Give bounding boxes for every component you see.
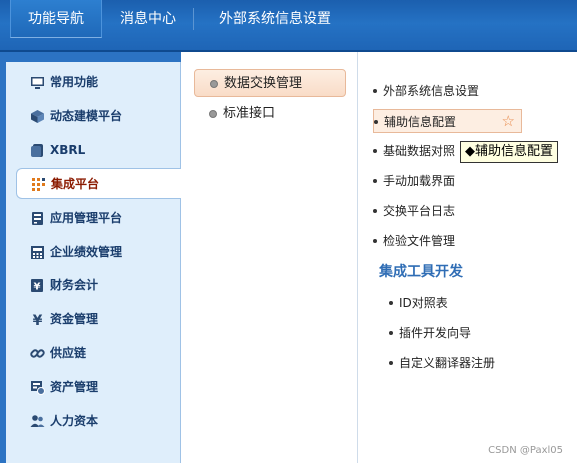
submenu-pane: 数据交换管理 标准接口 bbox=[181, 52, 358, 463]
tab-external-system-settings[interactable]: 外部系统信息设置 bbox=[200, 0, 350, 38]
bullet-icon bbox=[389, 330, 393, 335]
bullet-icon bbox=[210, 80, 218, 88]
submenu-item-label: 标准接口 bbox=[223, 106, 276, 121]
sidebar-item-label: 人力资本 bbox=[50, 414, 99, 428]
yen-book-icon: ¥ bbox=[31, 279, 43, 293]
sidebar-item-label: 常用功能 bbox=[50, 75, 99, 89]
section-title-integration-tools: 集成工具开发 bbox=[379, 264, 463, 280]
function-link-id-mapping[interactable]: ID对照表 bbox=[389, 291, 448, 315]
function-link-label: 辅助信息配置 bbox=[384, 115, 457, 129]
bullet-icon bbox=[209, 110, 217, 118]
sidebar-item-label: 资产管理 bbox=[50, 380, 99, 394]
asset-icon bbox=[31, 381, 45, 395]
document-icon bbox=[31, 144, 43, 157]
sidebar-item-human-capital[interactable]: 人力资本 bbox=[16, 406, 181, 437]
function-link-exchange-log[interactable]: 交换平台日志 bbox=[373, 199, 455, 223]
monitor-icon bbox=[31, 77, 44, 89]
tab-message-center[interactable]: 消息中心 bbox=[107, 0, 189, 38]
function-link-check-file-management[interactable]: 检验文件管理 bbox=[373, 229, 455, 253]
cube-icon bbox=[31, 110, 44, 123]
function-link-label: 插件开发向导 bbox=[399, 326, 472, 340]
function-link-manual-load[interactable]: 手动加载界面 bbox=[373, 169, 455, 193]
top-navigation-bar: 功能导航 消息中心 外部系统信息设置 bbox=[0, 0, 577, 52]
bullet-icon bbox=[389, 360, 393, 365]
sidebar-item-financial-accounting[interactable]: ¥ 财务会计 bbox=[16, 270, 181, 301]
left-navigation: 常用功能 动态建模平台 XBRL 集成平台 应用管理平台 企业绩效管理 ¥ 财务… bbox=[0, 52, 182, 463]
bullet-icon bbox=[389, 300, 393, 305]
sidebar-item-application-management[interactable]: 应用管理平台 bbox=[16, 203, 181, 234]
submenu-item-label: 数据交换管理 bbox=[224, 76, 303, 91]
bullet-icon bbox=[373, 178, 377, 183]
link-icon bbox=[30, 349, 45, 358]
function-link-label: 自定义翻译器注册 bbox=[399, 356, 496, 370]
sidebar-item-dynamic-modeling[interactable]: 动态建模平台 bbox=[16, 101, 181, 132]
sidebar-item-integration-platform[interactable]: 集成平台 bbox=[16, 168, 182, 199]
sidebar-item-fund-management[interactable]: ¥ 资金管理 bbox=[16, 304, 181, 335]
function-link-label: ID对照表 bbox=[399, 296, 448, 310]
bullet-icon bbox=[374, 119, 378, 124]
function-link-plugin-wizard[interactable]: 插件开发向导 bbox=[389, 321, 471, 345]
tooltip: ◆辅助信息配置 bbox=[460, 141, 558, 163]
sidebar-item-label: 集成平台 bbox=[51, 177, 100, 191]
calculator-icon bbox=[31, 246, 44, 259]
bullet-icon bbox=[373, 208, 377, 213]
submenu-item-data-exchange[interactable]: 数据交换管理 bbox=[194, 69, 346, 97]
function-link-auxiliary-config[interactable]: 辅助信息配置 ☆ bbox=[373, 109, 522, 133]
sidebar-item-asset-management[interactable]: 资产管理 bbox=[16, 372, 181, 403]
svg-text:¥: ¥ bbox=[34, 282, 41, 293]
function-link-label: 手动加载界面 bbox=[383, 174, 456, 188]
sidebar-item-label: 资金管理 bbox=[50, 312, 99, 326]
sidebar-item-label: 应用管理平台 bbox=[50, 211, 123, 225]
yen-icon: ¥ bbox=[33, 313, 43, 327]
function-link-label: 外部系统信息设置 bbox=[383, 84, 480, 98]
function-link-external-system-settings[interactable]: 外部系统信息设置 bbox=[373, 79, 479, 103]
tab-separator bbox=[193, 8, 194, 30]
tab-function-navigation[interactable]: 功能导航 bbox=[10, 0, 102, 38]
leftnav-top-strip bbox=[0, 52, 181, 62]
sidebar-item-common-functions[interactable]: 常用功能 bbox=[16, 67, 181, 98]
bullet-icon bbox=[373, 148, 377, 153]
sidebar-item-supply-chain[interactable]: 供应链 bbox=[16, 338, 181, 369]
function-link-label: 检验文件管理 bbox=[383, 234, 456, 248]
function-link-custom-translator[interactable]: 自定义翻译器注册 bbox=[389, 351, 495, 375]
submenu-item-standard-interface[interactable]: 标准接口 bbox=[194, 100, 346, 128]
bullet-icon bbox=[373, 238, 377, 243]
sidebar-item-xbrl[interactable]: XBRL bbox=[16, 135, 181, 166]
sidebar-item-label: 企业绩效管理 bbox=[50, 245, 123, 259]
leftnav-left-strip bbox=[0, 62, 6, 463]
svg-text:¥: ¥ bbox=[33, 313, 43, 327]
sidebar-item-label: 动态建模平台 bbox=[50, 109, 123, 123]
sidebar-item-performance-management[interactable]: 企业绩效管理 bbox=[16, 237, 181, 268]
favorite-star-icon[interactable]: ☆ bbox=[502, 111, 515, 131]
bullet-icon bbox=[373, 88, 377, 93]
people-icon bbox=[30, 415, 45, 427]
function-link-label: 基础数据对照 bbox=[383, 144, 456, 158]
sidebar-item-label: 财务会计 bbox=[50, 278, 99, 292]
function-link-basic-data-mapping[interactable]: 基础数据对照 bbox=[373, 139, 455, 163]
watermark: CSDN @Paxl05 bbox=[488, 445, 563, 456]
sidebar-item-label: XBRL bbox=[50, 143, 86, 157]
sidebar-item-label: 供应链 bbox=[50, 346, 87, 360]
function-link-label: 交换平台日志 bbox=[383, 204, 456, 218]
function-list-pane: 外部系统信息设置 辅助信息配置 ☆ 基础数据对照 手动加载界面 交换平台日志 检… bbox=[359, 52, 577, 463]
grid-icon bbox=[32, 178, 45, 191]
server-icon bbox=[32, 212, 43, 225]
